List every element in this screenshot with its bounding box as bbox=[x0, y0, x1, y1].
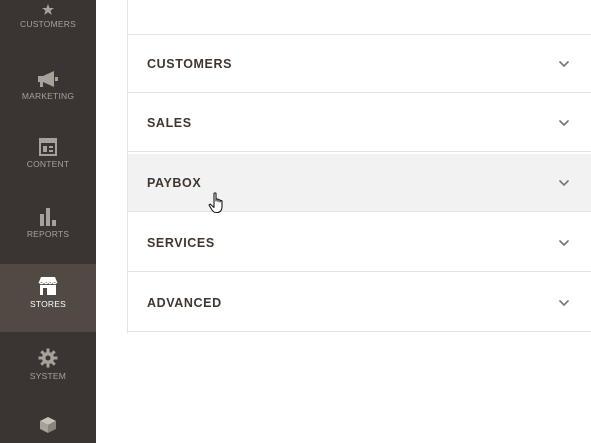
admin-sidebar: CUSTOMERS MARKETING CONTENT REPORTS STOR… bbox=[0, 0, 96, 443]
cube-icon bbox=[39, 416, 57, 434]
hand-pointer-cursor-icon bbox=[208, 192, 223, 214]
previous-section-stub bbox=[127, 0, 591, 34]
chevron-down-icon bbox=[558, 119, 570, 126]
layout-icon bbox=[39, 138, 57, 156]
section-paybox[interactable]: PAYBOX bbox=[128, 154, 591, 212]
sidebar-item-extensions[interactable] bbox=[0, 404, 96, 443]
sidebar-item-content[interactable]: CONTENT bbox=[0, 124, 96, 192]
section-title: CUSTOMERS bbox=[147, 56, 233, 71]
chevron-down-icon bbox=[558, 60, 570, 67]
bar-chart-icon bbox=[38, 206, 58, 226]
chevron-down-icon bbox=[558, 239, 570, 246]
sidebar-item-customers[interactable]: CUSTOMERS bbox=[0, 0, 96, 52]
sidebar-item-label: STORES bbox=[30, 299, 66, 309]
section-customers[interactable]: CUSTOMERS bbox=[128, 35, 591, 93]
section-title: ADVANCED bbox=[147, 295, 222, 310]
sidebar-item-label: SYSTEM bbox=[29, 371, 67, 381]
section-sales[interactable]: SALES bbox=[128, 94, 591, 152]
chevron-down-icon bbox=[558, 179, 570, 186]
chevron-down-icon bbox=[558, 299, 570, 306]
store-icon bbox=[37, 276, 59, 296]
sidebar-item-label: CUSTOMERS bbox=[20, 19, 76, 29]
sidebar-item-stores[interactable]: STORES bbox=[0, 264, 96, 332]
section-advanced[interactable]: ADVANCED bbox=[128, 274, 591, 332]
sidebar-item-system[interactable]: SYSTEM bbox=[0, 336, 96, 404]
sidebar-item-label: MARKETING bbox=[21, 91, 75, 101]
sidebar-item-label: CONTENT bbox=[26, 159, 70, 169]
gear-icon bbox=[38, 348, 58, 368]
sidebar-item-label: REPORTS bbox=[26, 229, 70, 239]
section-title: PAYBOX bbox=[147, 175, 202, 190]
customers-icon bbox=[41, 4, 55, 16]
section-title: SERVICES bbox=[147, 235, 215, 250]
sidebar-item-marketing[interactable]: MARKETING bbox=[0, 56, 96, 124]
config-sections-list: CUSTOMERS SALES PAYBOX SERVICES ADVANCED bbox=[127, 34, 591, 333]
admin-config-page: CUSTOMERS MARKETING CONTENT REPORTS STOR… bbox=[0, 0, 591, 443]
section-title: SALES bbox=[147, 115, 192, 130]
megaphone-icon bbox=[37, 70, 59, 88]
sidebar-item-reports[interactable]: REPORTS bbox=[0, 192, 96, 260]
section-services[interactable]: SERVICES bbox=[128, 214, 591, 272]
